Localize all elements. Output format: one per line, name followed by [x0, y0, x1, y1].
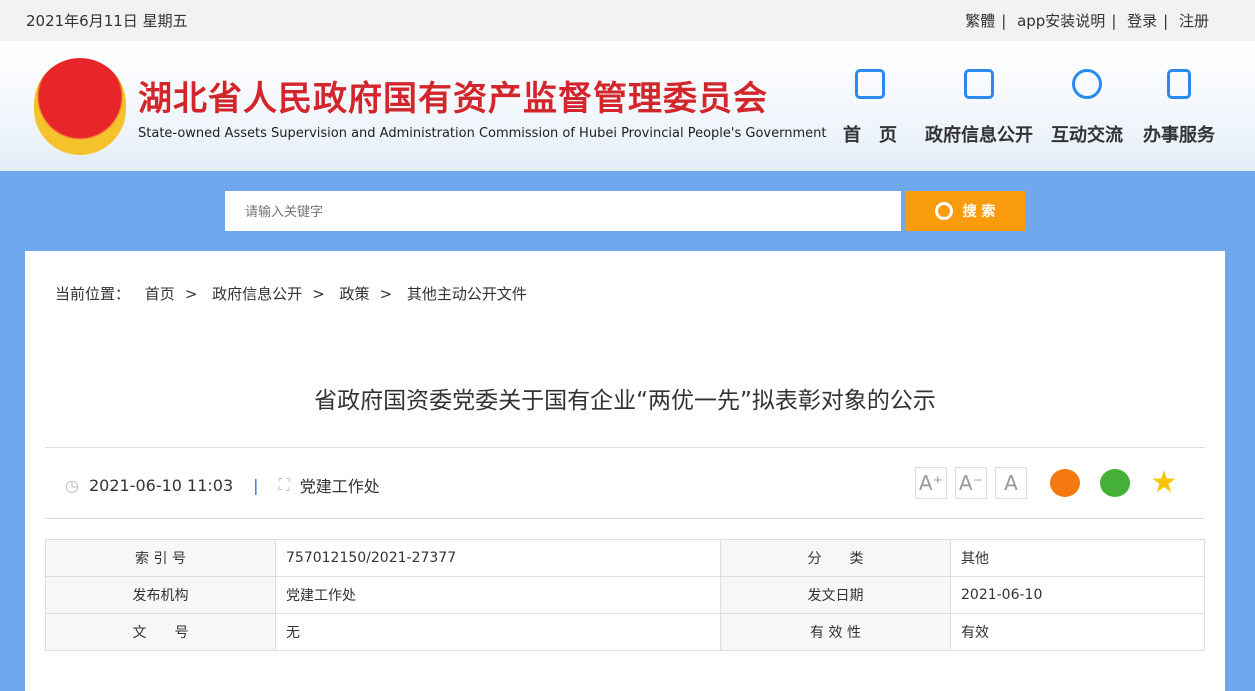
clock-icon: ◷ — [65, 475, 79, 495]
home-icon — [855, 69, 885, 99]
breadcrumb-label: 当前位置： — [55, 285, 131, 303]
cell-value: 有效 — [950, 613, 1205, 651]
breadcrumb-home[interactable]: 首页 — [145, 285, 175, 303]
publish-datetime: 2021-06-10 11:03 — [88, 475, 234, 495]
breadcrumb-gov-info[interactable]: 政府信息公开 — [212, 285, 302, 303]
breadcrumb-other-docs[interactable]: 其他主动公开文件 — [407, 285, 527, 303]
login-link[interactable]: 登录 — [1127, 12, 1157, 30]
chat-icon — [1072, 69, 1102, 99]
bookmark-icon — [1167, 69, 1191, 99]
font-increase-button[interactable]: A⁺ — [915, 467, 947, 499]
breadcrumb: 当前位置： 首页 > 政府信息公开 > 政策 > 其他主动公开文件 — [55, 283, 537, 304]
nav-interaction[interactable]: 互动交流 — [1051, 69, 1123, 147]
table-row: 发布机构 党建工作处 发文日期 2021-06-10 — [45, 576, 1205, 614]
breadcrumb-policy[interactable]: 政策 — [340, 285, 370, 303]
register-link[interactable]: 注册 — [1179, 12, 1209, 30]
nav-label: 政府信息公开 — [925, 125, 1033, 146]
traditional-chinese-link[interactable]: 繁體 — [965, 12, 995, 30]
breadcrumb-sep: > — [379, 285, 393, 303]
meta-separator: | — [253, 475, 259, 495]
department: 党建工作处 — [299, 477, 380, 496]
nav-label: 办事服务 — [1143, 125, 1215, 146]
info-table: 索 引 号 757012150/2021-27377 分 类其他 发布机构 党建工作处… — [45, 539, 1205, 651]
site-subtitle: State-owned Assets Supervision and Admin… — [138, 126, 827, 141]
org-icon: ⛶ — [278, 475, 290, 494]
site-title[interactable]: 湖北省人民政府国有资产监督管理委员会 — [138, 71, 768, 120]
search-button[interactable]: 搜 索 — [905, 191, 1025, 231]
table-row: 索 引 号 757012150/2021-27377 分 类其他 — [45, 539, 1205, 577]
app-install-link[interactable]: app安装说明 — [1017, 12, 1105, 30]
document-icon — [964, 69, 994, 99]
top-bar: 2021年6月11日 星期五 繁體 | app安装说明 | 登录 | 注册 — [0, 0, 1255, 41]
nav-label: 首 页 — [843, 125, 897, 146]
cell-label: 发文日期 — [720, 576, 951, 614]
cell-label: 索 引 号 — [45, 539, 276, 577]
wechat-share-icon[interactable] — [1100, 469, 1130, 497]
cell-value: 2021-06-10 — [950, 576, 1205, 614]
cell-label: 发布机构 — [45, 576, 276, 614]
cell-value: 757012150/2021-27377 — [275, 539, 721, 577]
breadcrumb-sep: > — [312, 285, 325, 303]
cell-label: 分 类 — [720, 539, 951, 577]
site-header: 湖北省人民政府国有资产监督管理委员会 State-owned Assets Su… — [0, 41, 1255, 171]
nav-services[interactable]: 办事服务 — [1143, 69, 1215, 147]
search-icon — [934, 202, 953, 220]
cell-label: 有 效 性 — [720, 613, 951, 651]
article-title: 省政府国资委党委关于国有企业“两优一先”拟表彰对象的公示 — [314, 388, 936, 414]
current-date: 2021年6月11日 星期五 — [26, 12, 188, 30]
cell-value: 党建工作处 — [275, 576, 721, 614]
nav-gov-info[interactable]: 政府信息公开 — [925, 69, 1033, 147]
font-reset-button[interactable]: A — [995, 467, 1027, 499]
article-meta: ◷ 2021-06-10 11:03 | ⛶ 党建工作处 — [65, 473, 380, 497]
nav-label: 互动交流 — [1051, 125, 1123, 146]
content-panel: 当前位置： 首页 > 政府信息公开 > 政策 > 其他主动公开文件 省政府国资委党委关… — [25, 251, 1225, 691]
qzone-share-icon[interactable]: ★ — [1149, 468, 1179, 498]
cell-label: 文 号 — [45, 613, 276, 651]
table-row: 文 号无有 效 性有效 — [45, 613, 1205, 651]
weibo-share-icon[interactable] — [1050, 469, 1080, 497]
breadcrumb-sep: > — [184, 285, 198, 303]
national-emblem-logo — [34, 58, 126, 155]
font-decrease-button[interactable]: A⁻ — [955, 467, 987, 499]
cell-value: 其他 — [950, 539, 1205, 577]
search-input[interactable] — [225, 191, 901, 231]
divider — [45, 447, 1205, 448]
divider — [45, 518, 1205, 519]
cell-value: 无 — [275, 613, 721, 651]
nav-home[interactable]: 首 页 — [843, 69, 897, 147]
search-label: 搜 索 — [962, 204, 996, 220]
